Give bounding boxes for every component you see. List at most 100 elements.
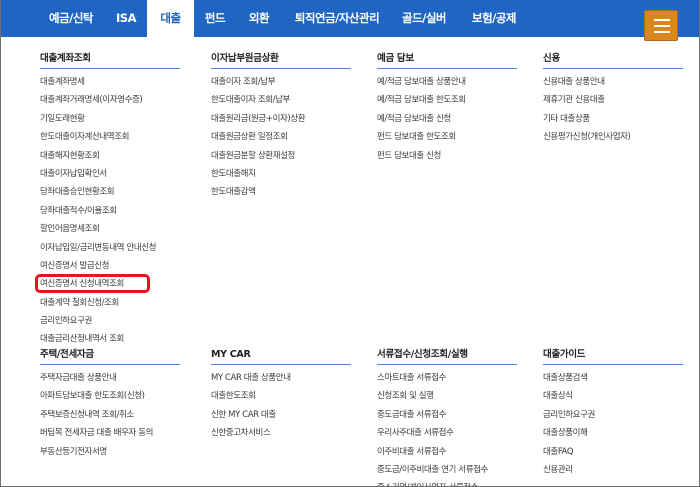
section-loan-account-inquiry: 대출계좌조회 대출계좌명세대출계좌거래명세(이자영수증) 기일도래현황 한도대출이자… (35, 49, 180, 349)
section-item[interactable]: 대출계좌거래명세(이자영수증) (40, 91, 180, 109)
section-item[interactable]: 우리사주대출 서류접수 (377, 424, 517, 442)
section-item[interactable]: 신용대출 상품안내 (543, 73, 683, 91)
section-item-list: MY CAR 대출 상품안내 대출한도조회 신한 MY CAR 대출 신한중고차서비스 (211, 369, 351, 443)
section-item[interactable]: 한도대출해지 (211, 165, 351, 183)
section-item-label: 당좌대출승인현황조회 (40, 187, 115, 198)
section-title: 신용 (543, 53, 560, 64)
section-item-label: 아파트담보대출 한도조회(신청) (40, 391, 145, 402)
section-title: 주택/전세자금 (40, 349, 94, 360)
section-item[interactable]: 여신증명서 발급신청 (40, 257, 180, 275)
section-item-label: 주택보증신청내역 조회/취소 (40, 409, 134, 420)
nav-tab-gold-silver[interactable]: 골드/실버 (394, 0, 454, 37)
section-item-label: 당좌대출적수/이율조회 (40, 205, 117, 216)
section-item-list: 대출계좌명세 대출계좌거래명세(이자영수증) 기일도래현황 한도대출이자계산내역조회 대… (35, 73, 180, 349)
section-item[interactable]: 대출해지현황조회 (40, 147, 180, 165)
section-item[interactable]: 중소기업/개인사업자 서류접수 (377, 479, 517, 486)
section-item[interactable]: 기타 대출상품 (543, 110, 683, 128)
section-item[interactable]: 버팀목 전세자금 대출 배우자 동의 (40, 424, 180, 442)
section-item-label: 한도대출감액 (211, 187, 256, 198)
section-item-list: 주택자금대출 상품안내아파트담보대출 한도조회(신청) 주택보증신청내역 조회/취… (40, 369, 180, 461)
section-item[interactable]: 중도금대출 서류접수 (377, 406, 517, 424)
section-divider (543, 68, 683, 69)
section-item[interactable]: 당좌대출승인현황조회 (40, 183, 180, 201)
section-item-list: 대출상품검색대출상식 금리인하요구권대출상품이해대출FAQ 신용관리 (543, 369, 683, 479)
section-item[interactable]: 이주비대출 서류접수 (377, 443, 517, 461)
section-item[interactable]: 스마트대출 서류접수 (377, 369, 517, 387)
nav-tab-fund[interactable]: 펀드 (197, 0, 233, 37)
section-item-label: 여신증명서 발급신청 (40, 260, 110, 271)
section-item-label: 신청조회 및 실행 (377, 391, 434, 402)
section-item-label: 대출상품검색 (543, 373, 588, 383)
section-item[interactable]: 대출이자납입확인서 (40, 165, 180, 183)
nav-tab-isa[interactable]: ISA (109, 0, 143, 37)
nav-tab-insurance[interactable]: 보험/공제 (463, 0, 525, 37)
section-item-label: 예/적금 담보대출 신청 (377, 113, 451, 124)
section-item[interactable]: 예/적금 담보대출 신청 (377, 110, 517, 128)
section-item[interactable]: 대출원리금(원금+이자)상환 (211, 110, 351, 128)
section-item[interactable]: 대출상식 (543, 387, 683, 405)
section-item[interactable]: 신용관리 (543, 461, 683, 479)
section-item[interactable]: 예/적금 담보대출 상품안내 (377, 73, 517, 91)
top-navigation-bar: 예금/신탁 ISA 대출 펀드 외환 퇴직연금/자산관리 골드/실버 보험/공제 (1, 0, 699, 37)
section-item[interactable]: 대출이자 조회/납부 (211, 73, 351, 91)
section-item[interactable]: 신한중고차서비스 (211, 424, 351, 442)
hamburger-menu-icon[interactable] (644, 10, 678, 41)
section-item-list: 예/적금 담보대출 상품안내예/적금 담보대출 한도조회예/적금 담보대출 신청… (377, 73, 517, 165)
section-item-label: 버팀목 전세자금 대출 배우자 동의 (40, 428, 154, 439)
section-item-highlighted[interactable]: 여신증명서 신청내역조회 (35, 274, 180, 294)
section-item[interactable]: 기일도래현황 (40, 110, 180, 128)
nav-tab-deposit-trust[interactable]: 예금/신탁 (39, 0, 103, 37)
section-item[interactable]: 대출한도조회 (211, 387, 351, 405)
section-item[interactable]: 한도대출감액 (211, 183, 351, 201)
nav-tab-forex[interactable]: 외환 (239, 0, 279, 37)
section-item-label: 우리사주대출 서류접수 (377, 428, 454, 439)
section-item[interactable]: 부동산등기전자서명 (40, 443, 180, 461)
section-item[interactable]: MY CAR 대출 상품안내 (211, 369, 351, 387)
section-item[interactable]: 대출원금상환 일정조회 (211, 128, 351, 146)
section-item[interactable]: 할인어음명세조회 (40, 220, 180, 238)
section-item[interactable]: 대출원금분할 상환재설정 (211, 147, 351, 165)
section-title: 서류접수/신청조회/실행 (377, 349, 468, 360)
section-title: 대출계좌조회 (40, 53, 91, 64)
section-item-label: 신용대출 상품안내 (543, 77, 605, 87)
section-title: 이자납부원금상환 (211, 53, 279, 64)
section-item[interactable]: 중도금/이주비대출 연기 서류접수 (377, 461, 517, 479)
section-item[interactable]: 예/적금 담보대출 한도조회 (377, 91, 517, 109)
section-item[interactable]: 아파트담보대출 한도조회(신청) (40, 387, 180, 405)
section-item[interactable]: 신용평가신청(개인사업자) (543, 128, 683, 146)
nav-tab-loan[interactable]: 대출 (147, 0, 194, 37)
section-item-label: 예/적금 담보대출 한도조회 (377, 95, 466, 106)
section-item[interactable]: 한도대출이자 조회/납부 (211, 91, 351, 109)
section-credit: 신용 신용대출 상품안내제휴기관 신용대출 기타 대출상품 신용평가신청(개인사업자… (543, 49, 683, 147)
section-item[interactable]: 제휴기관 신용대출 (543, 91, 683, 109)
section-item-label: 대출계좌거래명세(이자영수증) (40, 95, 143, 106)
section-item[interactable]: 신한 MY CAR 대출 (211, 406, 351, 424)
section-item[interactable]: 신청조회 및 실행 (377, 387, 517, 405)
section-housing-jeonse: 주택/전세자금 주택자금대출 상품안내아파트담보대출 한도조회(신청) 주택보증신… (40, 345, 180, 461)
section-item[interactable]: 금리인하요구권 (543, 406, 683, 424)
section-item-list: 대출이자 조회/납부 한도대출이자 조회/납부 대출원리금(원금+이자)상환대출원금… (211, 73, 351, 202)
section-item-label: 대출계약 철회신청/조회 (40, 297, 119, 308)
section-item-label: 대출상품이해 (543, 428, 588, 439)
section-item[interactable]: 대출계약 철회신청/조회 (40, 294, 180, 312)
section-item[interactable]: 대출상품검색 (543, 369, 683, 387)
nav-tab-pension-asset[interactable]: 퇴직연금/자산관리 (291, 0, 383, 37)
section-item-label: 할인어음명세조회 (40, 224, 100, 235)
section-item-label: 대출원금상환 일정조회 (211, 132, 288, 143)
section-item[interactable]: 대출계좌명세 (40, 73, 180, 91)
section-item[interactable]: 대출상품이해 (543, 424, 683, 442)
section-item[interactable]: 대출FAQ (543, 443, 683, 461)
section-divider (40, 364, 180, 365)
section-item[interactable]: 당좌대출적수/이율조회 (40, 202, 180, 220)
section-item[interactable]: 이자납입일/금리변동내역 안내신청 (40, 239, 180, 257)
section-divider (211, 68, 351, 69)
section-item[interactable]: 한도대출이자계산내역조회 (40, 128, 180, 146)
section-item-label: 중도금대출 서류접수 (377, 409, 447, 420)
section-item[interactable]: 펀드 담보대출 한도조회 (377, 128, 517, 146)
menu-bar-line (654, 31, 670, 33)
section-item[interactable]: 주택자금대출 상품안내 (40, 369, 180, 387)
section-item-label: 대출FAQ (543, 446, 574, 457)
section-item[interactable]: 주택보증신청내역 조회/취소 (40, 406, 180, 424)
section-item[interactable]: 금리인하요구권 (40, 312, 180, 330)
section-item[interactable]: 펀드 담보대출 신청 (377, 147, 517, 165)
